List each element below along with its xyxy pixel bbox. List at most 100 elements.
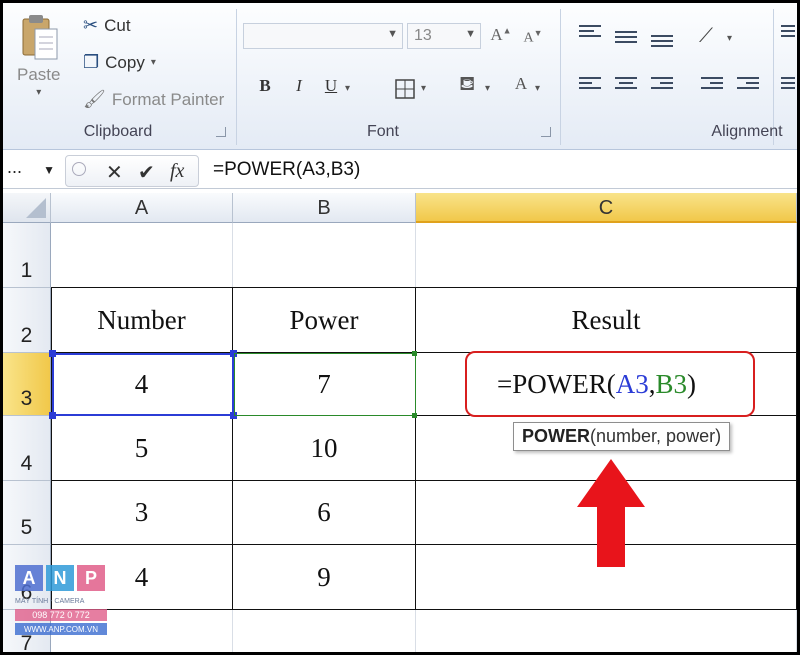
align-right-icon[interactable] <box>651 77 673 93</box>
cancel-icon[interactable]: ✕ <box>106 160 123 185</box>
group-divider <box>560 9 561 145</box>
cut-label: Cut <box>104 15 131 35</box>
cell-c2[interactable]: Result <box>416 288 797 353</box>
shrink-font-label: A <box>523 30 534 46</box>
cell-a4[interactable]: 5 <box>51 416 233 481</box>
align-middle-icon[interactable] <box>615 31 637 47</box>
shrink-font-button[interactable]: A▼ <box>519 28 547 47</box>
cut-button[interactable]: ✂ Cut <box>83 15 131 36</box>
row-number: 1 <box>20 259 33 282</box>
row-header-4[interactable]: 4 <box>3 416 51 481</box>
formula-input[interactable]: =POWER(A3,B3) <box>213 159 360 181</box>
function-tooltip[interactable]: POWER(number, power) <box>513 422 731 451</box>
align-center-icon[interactable] <box>615 77 637 93</box>
select-all-corner[interactable] <box>3 193 51 223</box>
borders-icon[interactable] <box>395 79 415 99</box>
tooltip-function-name: POWER <box>522 426 591 446</box>
formula-bar: ... ▼ ✕ ✔ fx =POWER(A3,B3) <box>3 153 797 189</box>
row-header-5[interactable]: 5 <box>3 481 51 545</box>
formula-prefix: =POWER( <box>497 368 616 399</box>
cell-b5[interactable]: 6 <box>233 481 416 545</box>
formula-comma: , <box>648 368 656 399</box>
name-box[interactable]: ... ▼ <box>3 157 61 185</box>
formula-arg-a3: A3 <box>615 368 649 399</box>
format-painter-button[interactable]: 🖌 Format Painter <box>83 89 224 110</box>
column-header-a[interactable]: A <box>51 193 233 223</box>
fill-color-icon[interactable]: ⛾ <box>459 73 475 98</box>
anp-logo: A N P MÁY TÍNH - CAMERA 098 772 0 772 WW… <box>15 565 115 652</box>
row-number: 2 <box>20 324 33 347</box>
fill-color-dropdown-arrow[interactable]: ▾ <box>485 83 490 94</box>
insert-function-icon[interactable]: fx <box>170 160 184 183</box>
row-number: 4 <box>20 452 33 475</box>
align-left-icon[interactable] <box>579 77 601 93</box>
font-color-dropdown-arrow[interactable]: ▾ <box>535 83 540 94</box>
clipboard-dialog-launcher[interactable] <box>216 127 226 137</box>
cell-a2[interactable]: Number <box>51 288 233 353</box>
reference-handle[interactable] <box>49 350 56 357</box>
excel-window: Paste ▾ ✂ Cut ❐ Copy ▾ 🖌 Format Painter … <box>3 3 797 652</box>
align-bottom-icon[interactable] <box>651 35 673 51</box>
underline-button[interactable]: U <box>317 76 345 96</box>
italic-button[interactable]: I <box>285 76 313 96</box>
enter-icon[interactable]: ✔ <box>138 160 155 185</box>
font-size-combo[interactable]: 13 ▼ <box>407 23 481 49</box>
cell-b7[interactable] <box>233 610 416 652</box>
cell-c1[interactable] <box>416 223 797 288</box>
row-header-2[interactable]: 2 <box>3 288 51 353</box>
copy-dropdown-arrow[interactable]: ▾ <box>151 57 156 68</box>
cell-c7[interactable] <box>416 610 797 652</box>
row-number: 3 <box>20 387 33 410</box>
copy-button[interactable]: ❐ Copy ▾ <box>83 52 156 73</box>
scissors-icon: ✂ <box>83 15 99 35</box>
orientation-dropdown-arrow[interactable]: ▾ <box>727 33 732 44</box>
font-dialog-launcher[interactable] <box>541 127 551 137</box>
borders-dropdown-arrow[interactable]: ▾ <box>421 83 426 94</box>
column-header-b[interactable]: B <box>233 193 416 223</box>
font-color-button[interactable]: A <box>507 74 535 94</box>
grow-font-label: A <box>490 25 503 44</box>
wrap-text-icon[interactable] <box>781 25 795 41</box>
resize-handle-icon[interactable] <box>72 162 86 176</box>
grow-font-button[interactable]: A▲ <box>487 25 515 45</box>
name-box-value: ... <box>7 157 23 177</box>
copy-icon: ❐ <box>83 52 100 72</box>
format-painter-label: Format Painter <box>111 89 225 109</box>
decrease-indent-icon[interactable] <box>701 77 723 93</box>
svg-text:098 772 0 772: 098 772 0 772 <box>32 610 90 620</box>
paste-dropdown-arrow[interactable]: ▾ <box>36 87 41 98</box>
align-top-icon[interactable] <box>579 25 601 41</box>
cell-b2[interactable]: Power <box>233 288 416 353</box>
reference-handle[interactable] <box>412 413 417 418</box>
reference-handle[interactable] <box>412 351 417 356</box>
svg-text:N: N <box>54 568 67 588</box>
row-header-1[interactable]: 1 <box>3 223 51 288</box>
reference-highlight-a3 <box>52 353 234 416</box>
paste-button[interactable]: Paste ▾ <box>17 13 60 98</box>
cell-b4[interactable]: 10 <box>233 416 416 481</box>
font-name-combo[interactable]: ▼ <box>243 23 403 49</box>
formula-arg-b3: B3 <box>655 368 687 399</box>
formula-controls: ✕ ✔ fx <box>65 155 199 187</box>
cell-a5[interactable]: 3 <box>51 481 233 545</box>
font-group-label: Font <box>366 123 399 140</box>
orientation-icon[interactable]: ⟋ <box>699 25 713 48</box>
bold-button[interactable]: B <box>251 76 279 96</box>
editing-cell-callout[interactable]: =POWER(A3, B3) <box>465 351 755 417</box>
underline-dropdown-arrow[interactable]: ▾ <box>345 83 350 94</box>
reference-handle[interactable] <box>49 412 56 419</box>
row-header-3[interactable]: 3 <box>3 353 51 416</box>
copy-label: Copy <box>105 52 145 72</box>
cell-a1[interactable] <box>51 223 233 288</box>
cell-b6[interactable]: 9 <box>233 545 416 610</box>
increase-indent-icon[interactable] <box>737 77 759 93</box>
alignment-group-label: Alignment <box>711 123 783 140</box>
paintbrush-icon: 🖌 <box>83 89 106 109</box>
column-header-c[interactable]: C <box>416 193 797 223</box>
formula-suffix: ) <box>686 368 696 399</box>
font-size-value: 13 <box>414 27 432 44</box>
cell-b1[interactable] <box>233 223 416 288</box>
clipboard-group-label: Clipboard <box>83 123 153 140</box>
svg-text:P: P <box>85 568 97 588</box>
merge-center-icon[interactable] <box>781 77 795 93</box>
